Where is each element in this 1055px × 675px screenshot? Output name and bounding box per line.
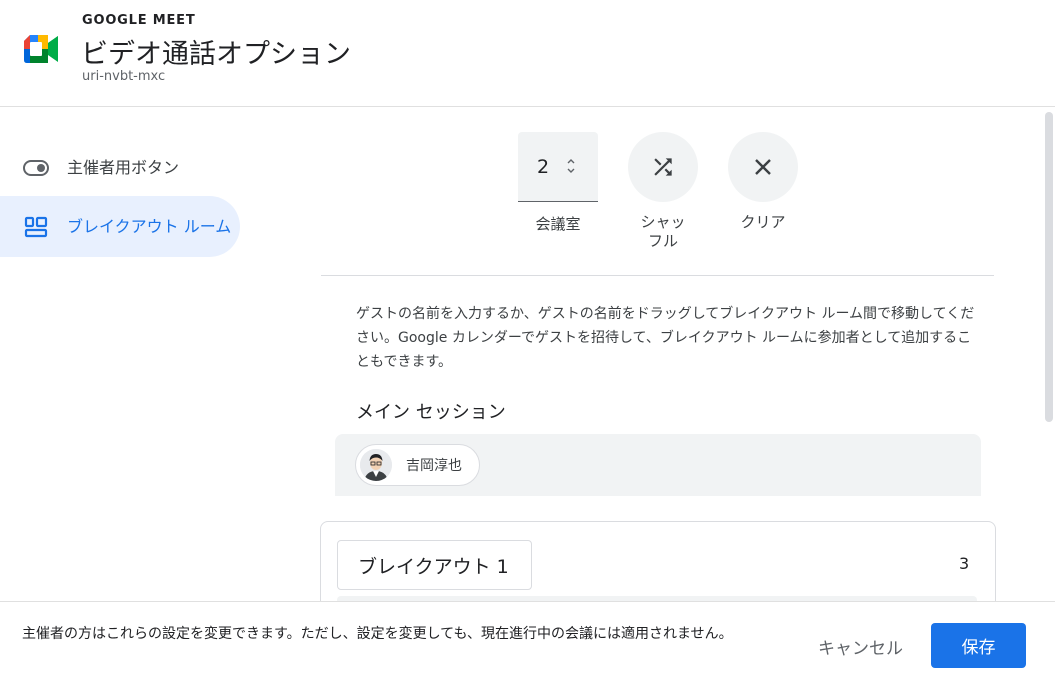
app-name: GOOGLE MEET [82,13,196,28]
clear-label: クリア [740,213,786,231]
save-button[interactable]: 保存 [931,623,1026,668]
page-title: ビデオ通話オプション [81,39,351,70]
avatar [360,449,392,481]
participant-name: 吉岡淳也 [406,458,462,474]
footer: 主催者の方はこれらの設定を変更できます。ただし、設定を変更しても、現在進行中の会… [0,601,1055,675]
shuffle-button[interactable] [628,132,698,202]
scrollbar[interactable] [1045,112,1053,422]
sidebar-item-breakout-rooms[interactable]: ブレイクアウト ルーム [0,196,240,257]
header: GOOGLE MEET ビデオ通話オプション uri-nvbt-mxc [0,0,1055,107]
shuffle-label: シャッフル [640,213,686,250]
breakout-rooms-icon [22,213,50,241]
instructions-text: ゲストの名前を入力するか、ゲストの名前をドラッグしてブレイクアウト ルーム間で移… [356,306,975,370]
spinner-arrows-icon[interactable] [566,156,576,176]
room-count-label: 会議室 [535,215,581,233]
room-name-input[interactable]: ブレイクアウト 1 [337,540,532,590]
cancel-button[interactable]: キャンセル [808,624,913,668]
main-session-dropzone[interactable]: 吉岡淳也 [335,434,981,496]
footer-note: 主催者の方はこれらの設定を変更できます。ただし、設定を変更しても、現在進行中の会… [22,626,733,642]
shuffle-icon [654,158,672,176]
close-icon [755,159,771,175]
toggle-icon [22,154,50,182]
sidebar-item-host-controls[interactable]: 主催者用ボタン [0,148,240,188]
room-count-value: 2 [537,156,550,178]
room-participant-count: 3 [959,554,970,573]
clear-button[interactable] [728,132,798,202]
divider [321,275,994,276]
meeting-code: uri-nvbt-mxc [82,69,166,84]
sidebar-item-label: ブレイクアウト ルーム [67,216,232,236]
sidebar-item-label: 主催者用ボタン [67,158,180,177]
room-count-stepper[interactable]: 2 [518,132,598,202]
google-meet-logo [24,35,58,63]
main-session-title: メイン セッション [356,402,506,423]
participant-chip[interactable]: 吉岡淳也 [355,444,480,486]
